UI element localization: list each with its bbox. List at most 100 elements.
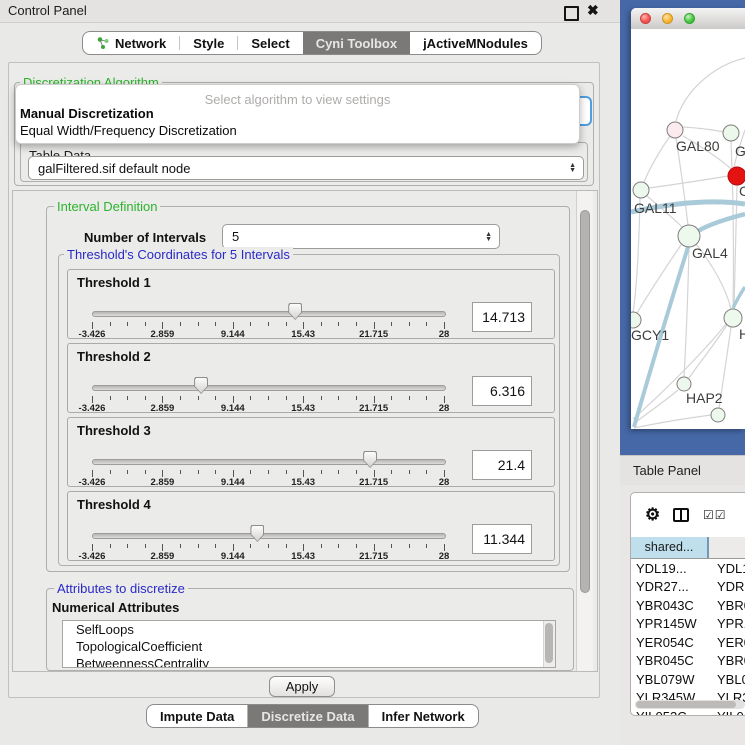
threshold-slider-track[interactable] bbox=[92, 311, 446, 317]
table-row[interactable]: YER054CYER0 bbox=[631, 633, 745, 652]
column-header-shared-name[interactable]: shared... bbox=[631, 537, 709, 558]
axis-tick-label: 21.715 bbox=[344, 477, 404, 488]
threshold-slider-thumb[interactable] bbox=[363, 451, 377, 468]
threshold-value-field[interactable]: 14.713 bbox=[472, 302, 532, 332]
checkbox-icons[interactable]: ☑☑ bbox=[703, 508, 727, 522]
threshold-value-field[interactable]: 6.316 bbox=[472, 376, 532, 406]
table-header-row: shared... na bbox=[631, 537, 745, 559]
combo-spinner-icon: ▲▼ bbox=[569, 163, 576, 173]
node-label: GAL80 bbox=[676, 138, 720, 154]
node-label: C bbox=[739, 183, 745, 199]
network-icon bbox=[96, 36, 110, 50]
tab-label: jActiveMNodules bbox=[423, 36, 528, 51]
tab-jactivemnodules[interactable]: jActiveMNodules bbox=[410, 32, 541, 54]
tab-style[interactable]: Style bbox=[180, 32, 237, 54]
table-data-combo-value: galFiltered.sif default node bbox=[38, 161, 190, 176]
axis-tick-label: 28 bbox=[414, 477, 474, 488]
close-icon[interactable]: ✖ bbox=[587, 2, 599, 19]
mac-minimize-icon[interactable] bbox=[662, 13, 673, 24]
network-canvas[interactable]: GAL80GACGAL11GAL4GCY1HHAP2 bbox=[631, 29, 745, 429]
network-node-h[interactable] bbox=[724, 309, 742, 327]
axis-tick-label: 9.144 bbox=[203, 551, 263, 562]
gear-icon[interactable]: ⚙ bbox=[645, 506, 660, 523]
table-panel-title: Table Panel bbox=[633, 463, 701, 478]
tab-label: Discretize Data bbox=[261, 709, 354, 724]
cell-name: YDL1 bbox=[709, 561, 745, 576]
cell-name: YBR0 bbox=[709, 653, 745, 668]
network-node-hap2[interactable] bbox=[677, 377, 691, 391]
table-row[interactable]: YPR145WYPR1 bbox=[631, 615, 745, 634]
threshold-slider-track[interactable] bbox=[92, 533, 446, 539]
cell-name: YDR2 bbox=[709, 579, 745, 594]
algorithm-option-manual[interactable]: Manual Discretization bbox=[20, 106, 154, 121]
table-row[interactable]: YDL19...YDL1 bbox=[631, 559, 745, 578]
threshold-slider-track[interactable] bbox=[92, 459, 446, 465]
table-data-combo[interactable]: galFiltered.sif default node ▲▼ bbox=[28, 156, 584, 180]
table-row[interactable]: YBR045CYBR0 bbox=[631, 652, 745, 671]
axis-tick-label: 15.43 bbox=[273, 551, 333, 562]
tab-cyni-toolbox[interactable]: Cyni Toolbox bbox=[303, 32, 410, 54]
axis-tick-label: 9.144 bbox=[203, 477, 263, 488]
threshold-slider-thumb[interactable] bbox=[250, 525, 264, 542]
network-node-ga[interactable] bbox=[723, 125, 739, 141]
threshold-value-field[interactable]: 21.4 bbox=[472, 450, 532, 480]
network-node[interactable] bbox=[711, 408, 725, 422]
axis-tick-label: -3.426 bbox=[62, 403, 122, 414]
columns-icon[interactable] bbox=[673, 508, 689, 522]
cell-shared-name: YBL079W bbox=[631, 672, 709, 687]
axis-tick-label: 2.859 bbox=[132, 551, 192, 562]
numerical-attributes-list[interactable]: SelfLoopsTopologicalCoefficientBetweenne… bbox=[62, 620, 556, 668]
float-window-icon[interactable] bbox=[564, 6, 579, 21]
mac-zoom-icon[interactable] bbox=[684, 13, 695, 24]
axis-tick-label: 2.859 bbox=[132, 329, 192, 340]
threshold-value-field[interactable]: 11.344 bbox=[472, 524, 532, 554]
threshold-panel-3: Threshold 3-3.4262.8599.14415.4321.71528… bbox=[67, 417, 555, 487]
bottom-tab-bar: Impute Data Discretize Data Infer Network bbox=[146, 704, 479, 728]
network-node-gal4[interactable] bbox=[678, 225, 700, 247]
axis-tick-label: 28 bbox=[414, 329, 474, 340]
table-panel-titlebar: Table Panel bbox=[620, 455, 745, 486]
axis-tick-label: 9.144 bbox=[203, 329, 263, 340]
mac-close-icon[interactable] bbox=[640, 13, 651, 24]
table-hscrollbar-thumb[interactable] bbox=[636, 701, 736, 708]
tab-infer-network[interactable]: Infer Network bbox=[368, 705, 478, 727]
numerical-attributes-label: Numerical Attributes bbox=[52, 600, 179, 615]
axis-tick-label: 2.859 bbox=[132, 477, 192, 488]
tab-network[interactable]: Network bbox=[83, 32, 179, 54]
algorithm-option-equal-width[interactable]: Equal Width/Frequency Discretization bbox=[20, 123, 237, 138]
threshold-axis-labels: -3.4262.8599.14415.4321.71528 bbox=[92, 551, 444, 562]
threshold-axis-ticks bbox=[92, 470, 444, 477]
threshold-panel-2: Threshold 2-3.4262.8599.14415.4321.71528… bbox=[67, 343, 555, 413]
threshold-label: Threshold 3 bbox=[77, 423, 151, 438]
network-node-gal80[interactable] bbox=[667, 122, 683, 138]
attributes-list-scrollbar-thumb[interactable] bbox=[545, 623, 553, 663]
attribute-list-item[interactable]: BetweennessCentrality bbox=[63, 655, 555, 668]
number-of-intervals-combo[interactable]: 5 ▲▼ bbox=[222, 224, 500, 249]
tab-impute-data[interactable]: Impute Data bbox=[147, 705, 247, 727]
settings-scrollbar-thumb[interactable] bbox=[580, 210, 590, 593]
axis-tick-label: 15.43 bbox=[273, 329, 333, 340]
threshold-slider-track[interactable] bbox=[92, 385, 446, 391]
apply-button[interactable]: Apply bbox=[269, 676, 335, 697]
cell-name: YER0 bbox=[709, 635, 745, 650]
threshold-label: Threshold 1 bbox=[77, 275, 151, 290]
table-row[interactable]: YDR27...YDR2 bbox=[631, 578, 745, 597]
attribute-list-item[interactable]: SelfLoops bbox=[63, 621, 555, 638]
interval-definition-title: Interval Definition bbox=[54, 199, 160, 214]
tab-select[interactable]: Select bbox=[238, 32, 302, 54]
network-node-gal11[interactable] bbox=[633, 182, 649, 198]
table-row[interactable]: YBL079WYBL0 bbox=[631, 670, 745, 689]
network-node-gcy1[interactable] bbox=[631, 312, 641, 328]
threshold-panel-4: Threshold 4-3.4262.8599.14415.4321.71528… bbox=[67, 491, 555, 561]
threshold-slider-thumb[interactable] bbox=[288, 303, 302, 320]
tab-discretize-data[interactable]: Discretize Data bbox=[247, 705, 367, 727]
cell-name: YBR0 bbox=[709, 598, 745, 613]
node-table: ⚙ ☑☑ shared... na YDL19...YDL1YDR27...YD… bbox=[630, 492, 745, 716]
axis-tick-label: 15.43 bbox=[273, 403, 333, 414]
network-view-window: GAL80GACGAL11GAL4GCY1HHAP2 bbox=[631, 8, 745, 429]
column-header-name[interactable]: na bbox=[709, 537, 745, 558]
attribute-list-item[interactable]: TopologicalCoefficient bbox=[63, 638, 555, 655]
table-row[interactable]: YBR043CYBR0 bbox=[631, 596, 745, 615]
threshold-slider-thumb[interactable] bbox=[194, 377, 208, 394]
axis-tick-label: -3.426 bbox=[62, 551, 122, 562]
